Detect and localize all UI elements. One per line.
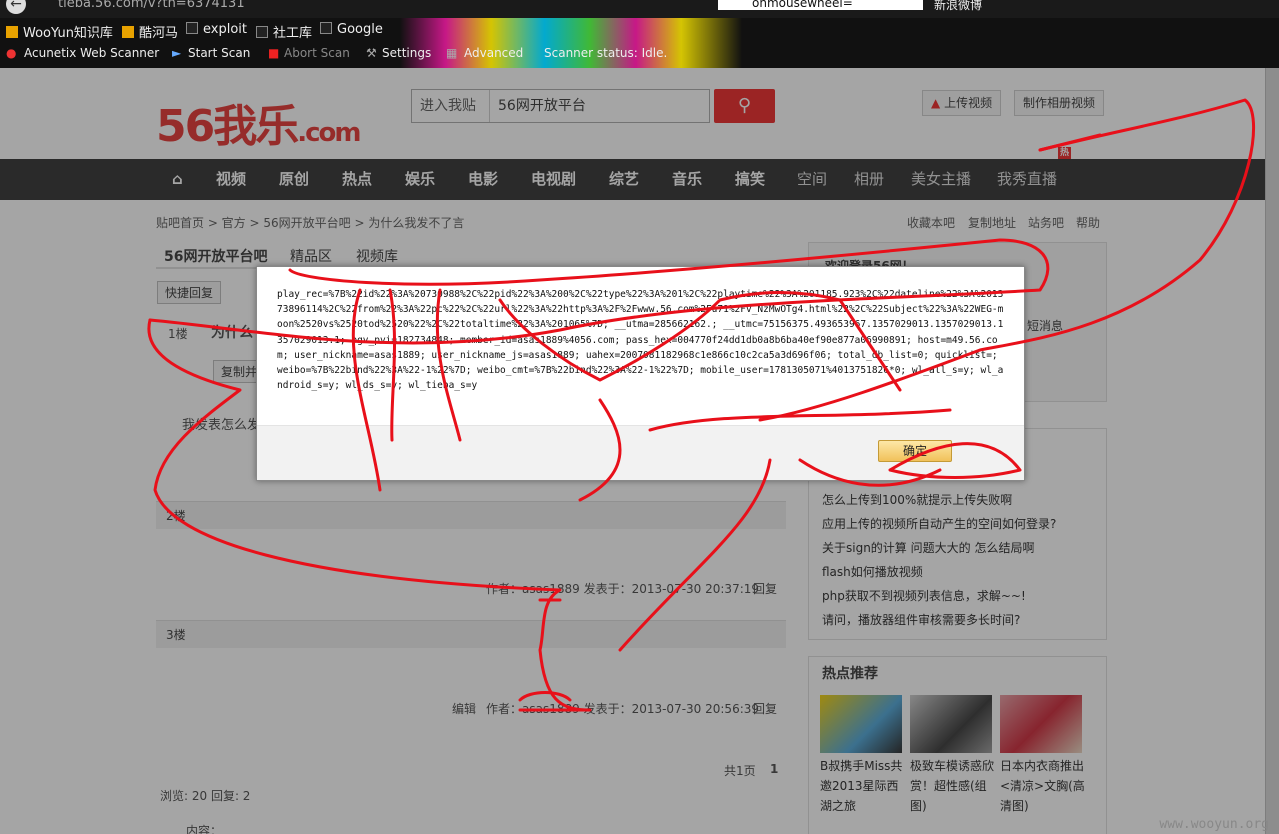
dialog-footer: 确定 (257, 425, 1024, 480)
play-icon: ► (172, 46, 182, 60)
acunetix-label[interactable]: Acunetix Web Scanner (24, 46, 159, 60)
page-icon (256, 26, 268, 38)
stop-icon: ■ (268, 46, 280, 60)
acunetix-toolbar: ● Acunetix Web Scanner ► Start Scan ■ Ab… (0, 46, 1279, 66)
browser-search-input[interactable]: onmousewheel= (718, 0, 923, 10)
ok-button[interactable]: 确定 (878, 440, 952, 462)
bookmark-kuhema[interactable]: 酷河马 (122, 22, 178, 41)
folder-icon (122, 26, 134, 38)
bookmark-exploit[interactable]: exploit (186, 22, 247, 37)
cookie-content: play_rec=%7B%22id%22%3A%20730988%2C%22pi… (277, 289, 1004, 392)
acunetix-icon: ● (6, 46, 17, 60)
advanced-icon: ▦ (446, 46, 458, 60)
scanner-status: Scanner status: Idle. (544, 46, 668, 60)
wrench-icon: ⚒ (366, 46, 377, 60)
url-field[interactable]: tieba.56.com/v?th=6374131 (58, 0, 245, 11)
advanced-button[interactable]: Advanced (464, 46, 523, 60)
bookmark-wooyun[interactable]: WooYun知识库 (6, 22, 113, 41)
bookmarks-bar: WooYun知识库 酷河马 exploit 社工库 Google (0, 22, 1279, 42)
address-row: ← tieba.56.com/v?th=6374131 onmousewheel… (0, 0, 1279, 18)
weibo-button[interactable]: 新浪微博 (934, 0, 982, 13)
bookmark-google[interactable]: Google (320, 22, 383, 37)
folder-icon (6, 26, 18, 38)
bookmark-shegongku[interactable]: 社工库 (256, 22, 312, 41)
abort-scan-button[interactable]: Abort Scan (284, 46, 350, 60)
page-icon (186, 22, 198, 34)
browser-chrome: ← tieba.56.com/v?th=6374131 onmousewheel… (0, 0, 1279, 68)
page-icon (320, 22, 332, 34)
back-arrow-icon[interactable]: ← (6, 0, 26, 14)
wooyun-watermark: www.wooyun.org (1159, 817, 1269, 832)
start-scan-button[interactable]: Start Scan (188, 46, 250, 60)
cookie-alert-dialog: play_rec=%7B%22id%22%3A%20730988%2C%22pi… (256, 266, 1025, 481)
settings-button[interactable]: Settings (382, 46, 431, 60)
